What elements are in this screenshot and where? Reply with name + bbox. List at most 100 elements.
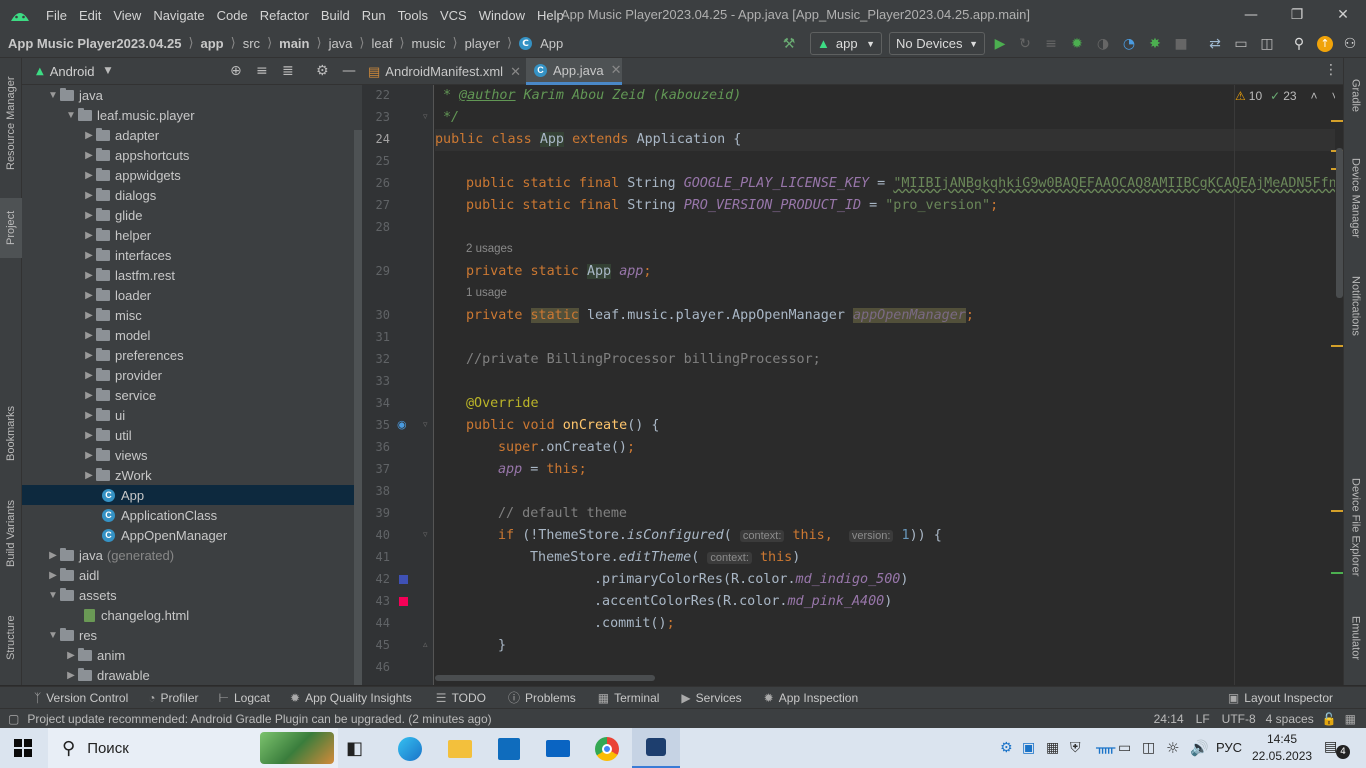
tray-app-icon[interactable]: ▭ bbox=[1118, 740, 1131, 756]
mail-icon[interactable] bbox=[546, 740, 570, 757]
tree-item[interactable]: ▶ misc bbox=[22, 305, 362, 325]
layout-inspector-tab[interactable]: ▣ Layout Inspector bbox=[1228, 691, 1333, 705]
chevron-right-icon[interactable]: ▶ bbox=[82, 310, 96, 321]
sdk-manager-icon[interactable]: ◫ bbox=[1256, 33, 1278, 55]
chevron-right-icon[interactable]: ▶ bbox=[82, 150, 96, 161]
tree-item[interactable]: ▶ util bbox=[22, 425, 362, 445]
tree-item[interactable]: ▼ leaf.music.player bbox=[22, 105, 362, 125]
device-file-explorer-tab[interactable]: Device File Explorer bbox=[1344, 470, 1366, 585]
file-encoding[interactable]: UTF-8 bbox=[1222, 712, 1256, 726]
chevron-right-icon[interactable]: ▶ bbox=[82, 130, 96, 141]
chevron-right-icon[interactable]: ▶ bbox=[64, 670, 78, 681]
tree-item[interactable]: changelog.html bbox=[22, 605, 362, 625]
build-variants-tab[interactable]: Build Variants bbox=[0, 488, 22, 578]
menu-vcs[interactable]: VCS bbox=[434, 8, 473, 23]
chevron-right-icon[interactable]: ▶ bbox=[46, 570, 60, 581]
menu-tools[interactable]: Tools bbox=[392, 8, 434, 23]
chevron-right-icon[interactable]: ▶ bbox=[82, 190, 96, 201]
hammer-icon[interactable]: ⚒ bbox=[778, 33, 800, 55]
tray-app-icon[interactable]: ⚙ bbox=[1000, 740, 1013, 756]
tree-item[interactable]: ▶ lastfm.rest bbox=[22, 265, 362, 285]
breadcrumb-src[interactable]: src bbox=[241, 36, 262, 51]
chevron-right-icon[interactable]: ▶ bbox=[82, 230, 96, 241]
close-icon[interactable]: ✕ bbox=[510, 64, 521, 80]
close-button[interactable]: ✕ bbox=[1320, 0, 1366, 30]
stop-icon[interactable]: ■ bbox=[1170, 33, 1192, 55]
memory-indicator-icon[interactable]: ▦ bbox=[1345, 712, 1356, 726]
gradle-tab[interactable]: Gradle bbox=[1344, 66, 1366, 126]
taskbar-search-box[interactable]: ⚲ Поиск bbox=[48, 728, 338, 768]
minimize-button[interactable]: — bbox=[1228, 0, 1274, 30]
chevron-right-icon[interactable]: ▶ bbox=[82, 410, 96, 421]
tree-item[interactable]: ▶ preferences bbox=[22, 345, 362, 365]
run-config-select[interactable]: ▲ app ▼ bbox=[810, 32, 882, 55]
profiler-tab[interactable]: ◔ Profiler bbox=[148, 691, 198, 705]
lock-icon[interactable]: 🔓 bbox=[1322, 712, 1337, 726]
task-view-icon[interactable]: ◧ bbox=[346, 738, 363, 759]
error-stripe-mark[interactable] bbox=[1331, 345, 1343, 347]
project-tab[interactable]: Project bbox=[0, 198, 22, 258]
notifications-tab[interactable]: Notifications bbox=[1344, 263, 1366, 348]
coverage-icon[interactable]: ◑ bbox=[1092, 33, 1114, 55]
locate-icon[interactable]: ⊕ bbox=[230, 63, 242, 79]
horizontal-scrollbar[interactable] bbox=[435, 675, 655, 681]
tree-item[interactable]: ▶ java (generated) bbox=[22, 545, 362, 565]
version-control-tab[interactable]: ᛉ Version Control bbox=[34, 691, 128, 705]
tree-item[interactable]: ▶ aidl bbox=[22, 565, 362, 585]
microsoft-store-icon[interactable] bbox=[498, 738, 520, 760]
emulator-tab[interactable]: Emulator bbox=[1344, 603, 1366, 673]
project-view-select[interactable]: Android bbox=[50, 64, 95, 79]
project-tree-scrollbar[interactable] bbox=[354, 130, 362, 685]
app-inspection-tab[interactable]: ✹ App Inspection bbox=[764, 691, 858, 705]
update-icon[interactable]: ↑ bbox=[1314, 33, 1336, 55]
menu-window[interactable]: Window bbox=[473, 8, 531, 23]
fold-icon[interactable]: ▵ bbox=[423, 640, 428, 650]
chevron-down-icon[interactable]: ▼ bbox=[105, 66, 112, 76]
tree-item[interactable]: ▶ anim bbox=[22, 645, 362, 665]
vertical-scrollbar[interactable] bbox=[1336, 148, 1343, 298]
usages-hint[interactable]: 2 usages bbox=[466, 243, 513, 255]
indent-setting[interactable]: 4 spaces bbox=[1266, 712, 1314, 726]
tab-app-java[interactable]: C App.java ✕ bbox=[526, 58, 622, 85]
tree-item[interactable]: ▶ views bbox=[22, 445, 362, 465]
chevron-right-icon[interactable]: ▶ bbox=[82, 450, 96, 461]
fold-icon[interactable]: ▿ bbox=[423, 112, 428, 122]
chevron-up-icon[interactable]: ˄ bbox=[1311, 89, 1318, 103]
breadcrumb-music[interactable]: music bbox=[410, 36, 448, 51]
menu-navigate[interactable]: Navigate bbox=[147, 8, 210, 23]
tree-item[interactable]: ▶ model bbox=[22, 325, 362, 345]
android-studio-taskbar-button[interactable] bbox=[632, 728, 680, 768]
chevron-right-icon[interactable]: ▶ bbox=[46, 550, 60, 561]
apply-changes-icon[interactable]: ≡ bbox=[1040, 33, 1062, 55]
tree-item[interactable]: ▶ appshortcuts bbox=[22, 145, 362, 165]
structure-tab[interactable]: Structure bbox=[0, 603, 22, 673]
windows-start-icon[interactable] bbox=[14, 739, 32, 757]
file-explorer-icon[interactable] bbox=[448, 740, 472, 758]
tree-item-selected[interactable]: C App bbox=[22, 485, 362, 505]
chrome-icon[interactable] bbox=[595, 737, 619, 761]
bluetooth-icon[interactable]: ᚅ bbox=[1096, 740, 1115, 756]
tray-app-icon[interactable]: ▦ bbox=[1046, 740, 1059, 756]
chevron-right-icon[interactable]: ▶ bbox=[82, 470, 96, 481]
chevron-right-icon[interactable]: ▶ bbox=[82, 210, 96, 221]
fold-icon[interactable]: ▿ bbox=[423, 420, 428, 430]
services-tab[interactable]: ▶ Services bbox=[681, 691, 741, 705]
inspection-widget[interactable]: ⚠10 ✓23 ˄ ˅ bbox=[1235, 89, 1335, 103]
app-quality-insights-tab[interactable]: ✹ App Quality Insights bbox=[290, 691, 412, 705]
more-tabs-icon[interactable]: ⋮ bbox=[1324, 62, 1338, 78]
breadcrumb-module[interactable]: app bbox=[199, 36, 226, 51]
status-message[interactable]: Project update recommended: Android Grad… bbox=[27, 712, 491, 726]
terminal-tab[interactable]: ▦ Terminal bbox=[598, 691, 660, 705]
chevron-right-icon[interactable]: ▶ bbox=[82, 390, 96, 401]
notification-center-icon[interactable]: ▤ 4 bbox=[1324, 739, 1350, 759]
expand-all-icon[interactable]: ≡ bbox=[256, 63, 268, 79]
menu-refactor[interactable]: Refactor bbox=[254, 8, 315, 23]
gradle-sync-icon[interactable]: ⇄ bbox=[1204, 33, 1226, 55]
resource-manager-tab[interactable]: Resource Manager bbox=[0, 68, 22, 178]
indigo-color-swatch[interactable] bbox=[399, 575, 408, 584]
chevron-right-icon[interactable]: ▶ bbox=[82, 370, 96, 381]
tree-item[interactable]: ▶ interfaces bbox=[22, 245, 362, 265]
logcat-tab[interactable]: ⊢ Logcat bbox=[219, 691, 270, 705]
chevron-down-icon[interactable]: ▼ bbox=[46, 630, 60, 641]
error-stripe-mark[interactable] bbox=[1331, 120, 1343, 122]
